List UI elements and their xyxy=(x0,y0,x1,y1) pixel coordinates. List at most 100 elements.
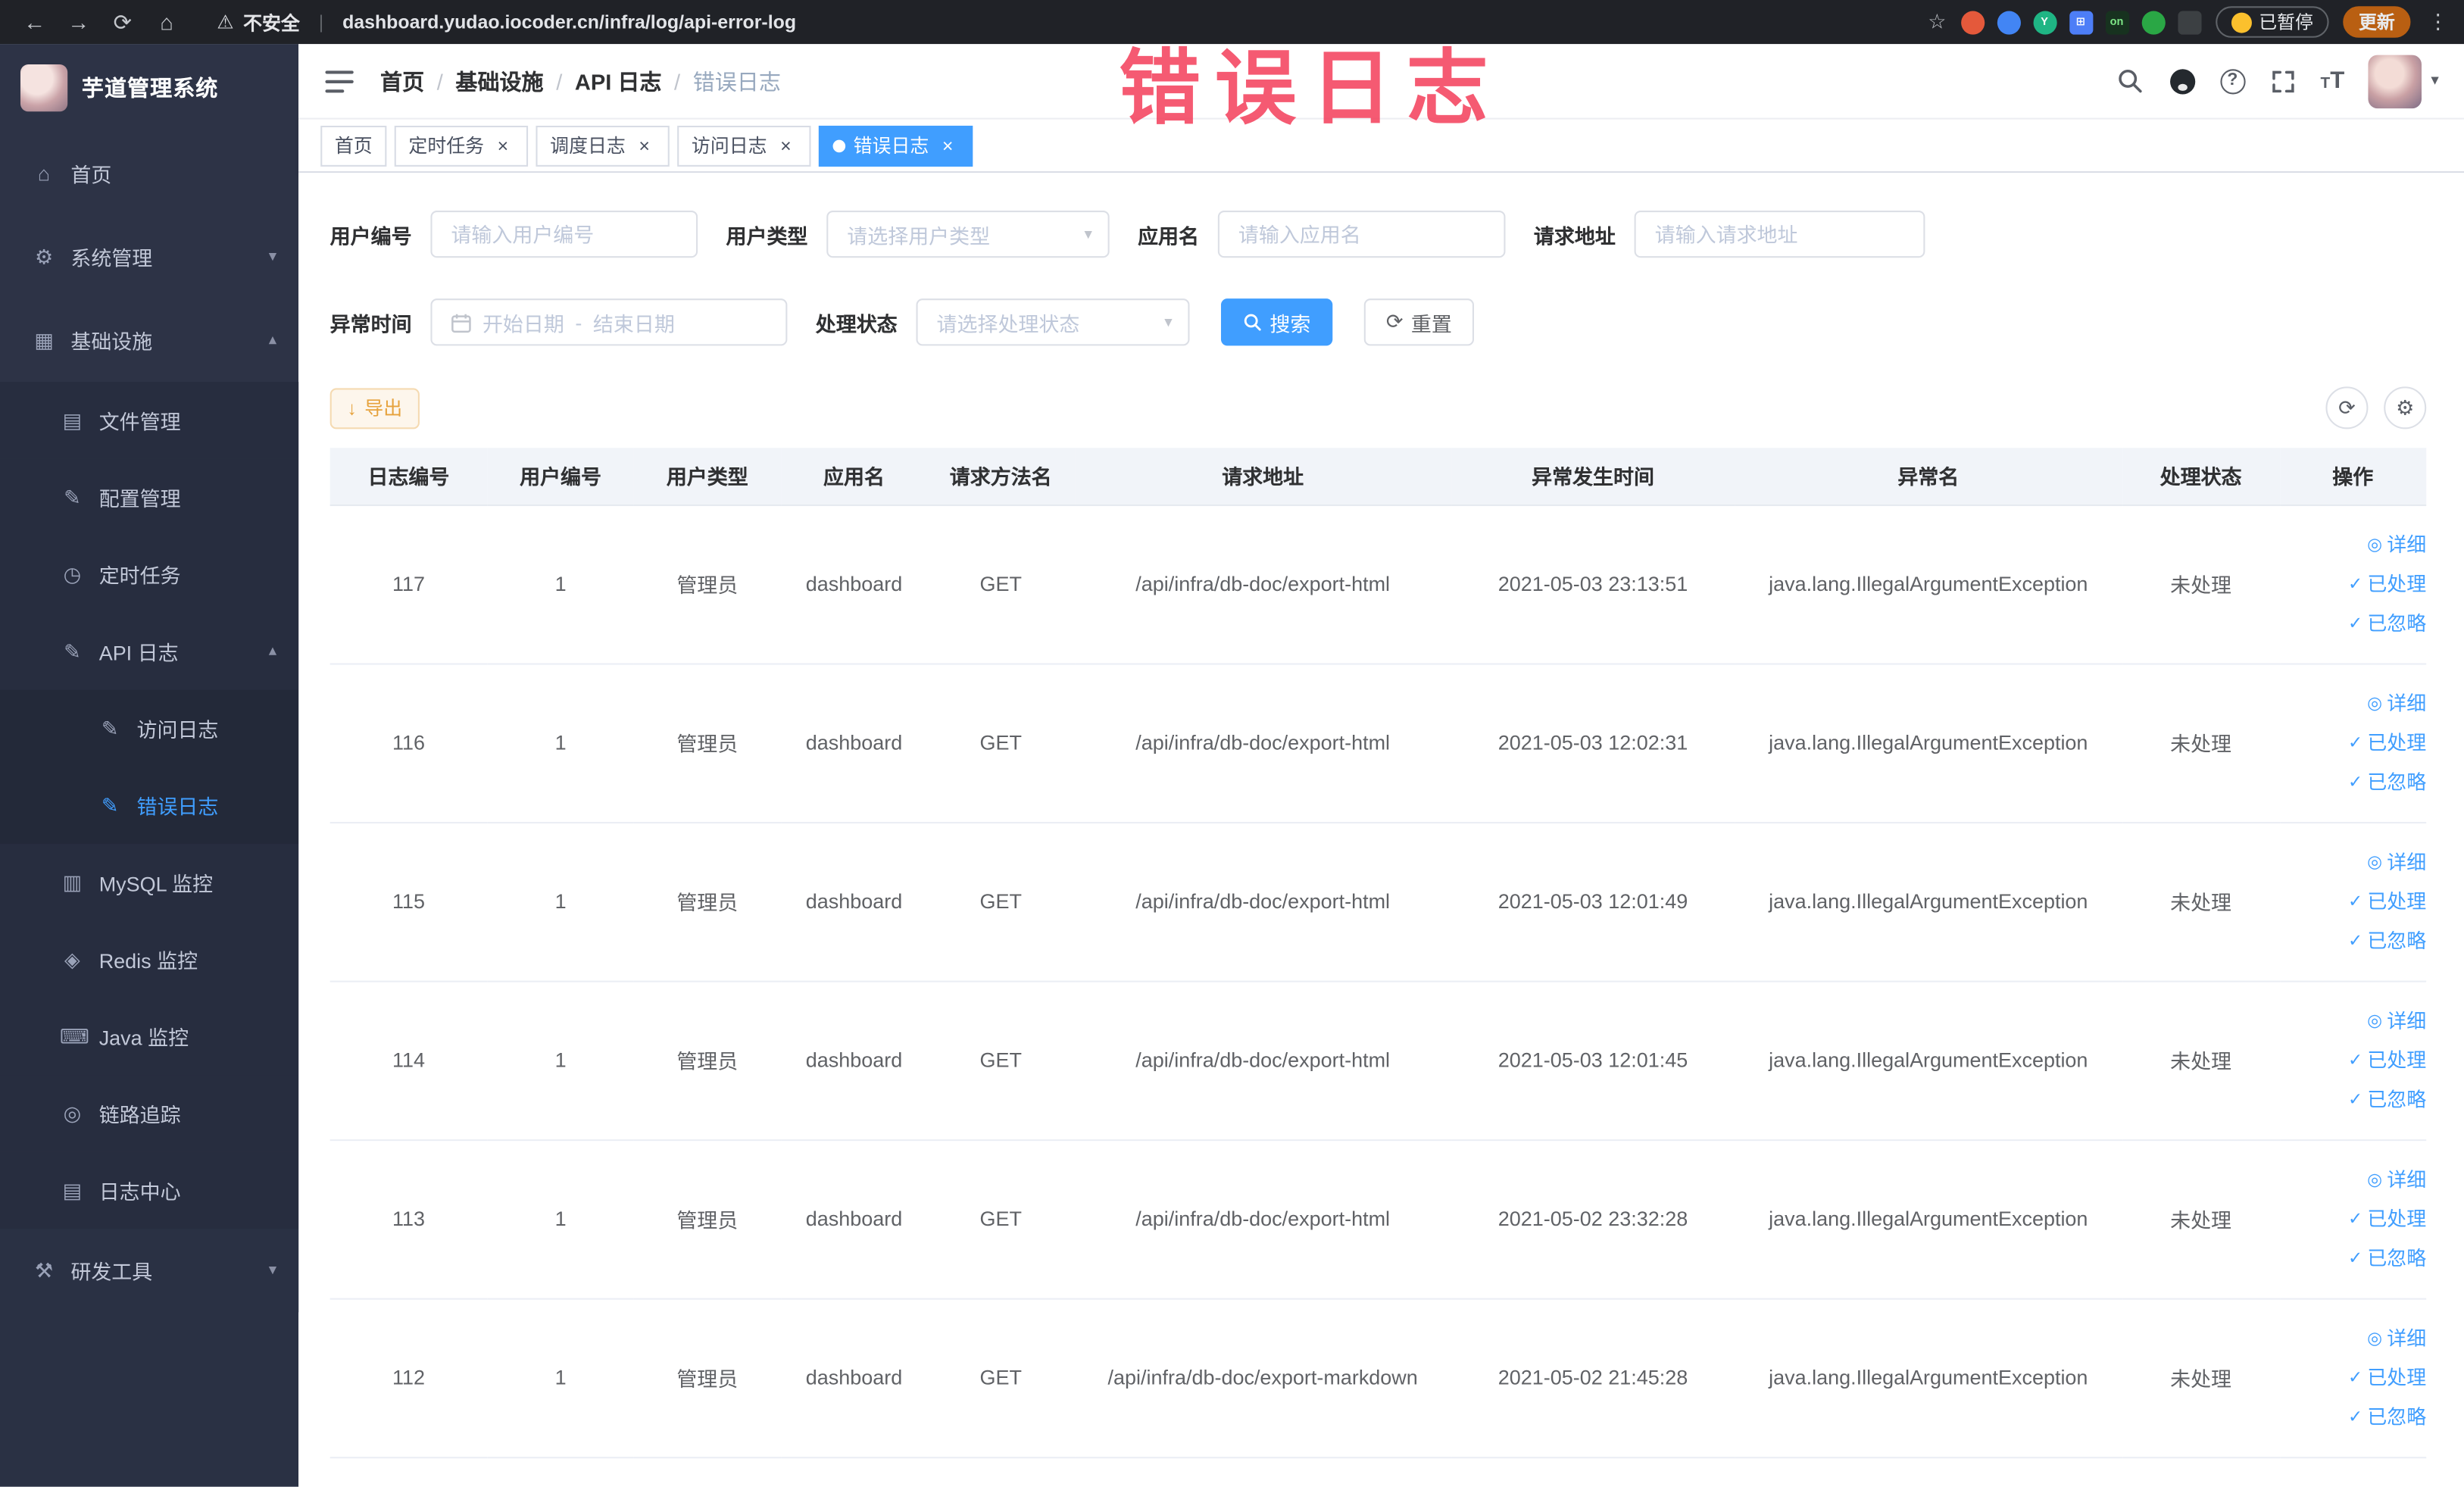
breadcrumb-item-0[interactable]: 首页 xyxy=(380,65,424,96)
tab-3[interactable]: 访问日志 × xyxy=(677,124,811,166)
tab-0[interactable]: 首页 xyxy=(320,124,387,166)
sidebar-item-5[interactable]: ◷ 定时任务 xyxy=(0,536,299,614)
user-id-input[interactable] xyxy=(430,210,698,258)
extension-icon-5[interactable]: on xyxy=(2104,10,2129,34)
request-url-input[interactable] xyxy=(1634,210,1925,258)
check-icon: ✓ xyxy=(2348,1367,2363,1387)
sidebar-item-14[interactable]: ⚒ 研发工具 ▾ xyxy=(0,1229,299,1313)
sidebar-item-2[interactable]: ▦ 基础设施 ▴ xyxy=(0,298,298,382)
cell-user_id: 1 xyxy=(487,822,634,982)
sidebar-item-6[interactable]: ✎ API 日志 ▴ xyxy=(0,613,299,690)
extension-icon-1[interactable] xyxy=(1960,10,1985,34)
browser-menu-icon[interactable]: ⋮ xyxy=(2428,9,2448,34)
close-icon[interactable]: × xyxy=(633,134,655,156)
tab-label: 错误日志 xyxy=(853,135,929,158)
app-name-input[interactable] xyxy=(1217,210,1506,258)
reload-icon[interactable]: ⟳ xyxy=(104,8,142,35)
reset-button[interactable]: ⟳ 重置 xyxy=(1363,298,1474,346)
user-type-select[interactable]: 请选择用户类型 ▾ xyxy=(826,210,1110,258)
action-processed-link[interactable]: ✓ 已处理 xyxy=(2348,1359,2426,1397)
browser-update-button[interactable]: 更新 xyxy=(2343,6,2411,38)
extension-icon-4[interactable]: ⊞ xyxy=(2069,10,2093,34)
check-icon: ✓ xyxy=(2348,614,2363,633)
sidebar-item-13[interactable]: ▤ 日志中心 xyxy=(0,1151,299,1229)
check-icon: ✓ xyxy=(2348,1089,2363,1109)
close-icon[interactable]: × xyxy=(937,134,959,156)
action-detail-link[interactable]: ◎ 详细 xyxy=(2367,843,2426,881)
action-processed-link[interactable]: ✓ 已处理 xyxy=(2348,565,2426,603)
trace-icon: ◎ xyxy=(63,1101,82,1125)
action-processed-link[interactable]: ✓ 已处理 xyxy=(2348,1200,2426,1238)
extension-icon-7[interactable] xyxy=(2177,10,2201,34)
close-icon[interactable]: × xyxy=(775,134,797,156)
forward-icon[interactable]: → xyxy=(60,9,98,34)
action-detail-link[interactable]: ◎ 详细 xyxy=(2367,1161,2426,1198)
sidebar-item-0[interactable]: ⌂ 首页 xyxy=(0,132,298,215)
sidebar-logo[interactable]: 芋道管理系统 xyxy=(0,44,298,132)
sidebar-item-1[interactable]: ⚙ 系统管理 ▾ xyxy=(0,215,298,298)
action-ignored-link[interactable]: ✓ 已忽略 xyxy=(2348,922,2426,960)
tab-4[interactable]: 错误日志 × xyxy=(819,124,973,166)
action-detail-link[interactable]: ◎ 详细 xyxy=(2367,526,2426,564)
action-ignored-link[interactable]: ✓ 已忽略 xyxy=(2348,1080,2426,1118)
site-security-chip[interactable]: ⚠ 不安全 | dashboard.yudao.iocoder.cn/infra… xyxy=(217,8,796,35)
action-processed-link[interactable]: ✓ 已处理 xyxy=(2348,723,2426,761)
close-icon[interactable]: × xyxy=(492,134,514,156)
exception-time-range[interactable]: 开始日期 - 结束日期 xyxy=(430,298,788,346)
breadcrumb-item-2[interactable]: API 日志 xyxy=(575,65,662,96)
extension-icon-2[interactable] xyxy=(1996,10,2020,34)
sidebar-item-11[interactable]: ⌨ Java 监控 xyxy=(0,998,299,1076)
refresh-table-button[interactable]: ⟳ xyxy=(2325,386,2369,430)
search-button[interactable]: 搜索 xyxy=(1221,298,1333,346)
column-settings-button[interactable]: ⚙ xyxy=(2384,386,2427,430)
table-header-row: 日志编号 用户编号 用户类型 应用名 请求方法名 请求地址 异常发生时间 异常名 处理状态 操作 xyxy=(329,448,2427,505)
user-menu[interactable]: ▾ xyxy=(2368,54,2439,108)
bookmark-star-icon[interactable]: ☆ xyxy=(1928,9,1946,34)
sidebar-item-7[interactable]: ✎ 访问日志 xyxy=(0,689,299,767)
download-icon: ↓ xyxy=(347,396,357,419)
fullscreen-icon[interactable] xyxy=(2269,67,2297,95)
home-icon[interactable]: ⌂ xyxy=(148,9,186,34)
address-bar-url[interactable]: dashboard.yudao.iocoder.cn/infra/log/api… xyxy=(342,11,796,33)
paused-extension-button[interactable]: 已暂停 xyxy=(2215,6,2329,38)
cell-exception: java.lang.IllegalArgumentException xyxy=(1734,504,2122,664)
action-processed-link[interactable]: ✓ 已处理 xyxy=(2348,1041,2426,1079)
sidebar-item-label: MySQL 监控 xyxy=(98,872,214,896)
sidebar-item-8[interactable]: ✎ 错误日志 xyxy=(0,767,299,845)
action-detail-link[interactable]: ◎ 详细 xyxy=(2367,684,2426,722)
extension-icon-3[interactable]: Y xyxy=(2032,10,2056,34)
sidebar-item-label: 基础设施 xyxy=(70,330,153,354)
process-status-select[interactable]: 请选择处理状态 ▾ xyxy=(916,298,1190,346)
sidebar-item-3[interactable]: ▤ 文件管理 xyxy=(0,382,299,459)
help-icon[interactable]: ? xyxy=(2219,68,2245,94)
cell-time: 2021-05-02 23:32:28 xyxy=(1451,1139,1735,1299)
search-icon[interactable] xyxy=(2116,67,2144,95)
back-icon[interactable]: ← xyxy=(16,9,54,34)
sidebar-item-4[interactable]: ✎ 配置管理 xyxy=(0,458,299,536)
cell-exception: java.lang.IllegalArgumentException xyxy=(1734,663,2122,823)
action-ignored-link[interactable]: ✓ 已忽略 xyxy=(2348,1398,2426,1435)
hamburger-icon[interactable] xyxy=(323,65,354,96)
cell-actions: ◎ 详细 ✓ 已处理 ✓ 已忽略 xyxy=(2279,1139,2427,1299)
github-icon[interactable] xyxy=(2168,67,2196,95)
extension-icon-6[interactable] xyxy=(2141,10,2165,34)
sidebar-item-12[interactable]: ◎ 链路追踪 xyxy=(0,1075,299,1152)
cell-url: /api/infra/db-doc/export-markdown xyxy=(1074,1298,1452,1458)
tab-label: 访问日志 xyxy=(691,135,767,158)
action-label: 已忽略 xyxy=(2367,1088,2427,1111)
action-detail-link[interactable]: ◎ 详细 xyxy=(2367,1002,2426,1040)
breadcrumb-item-1[interactable]: 基础设施 xyxy=(455,65,543,96)
action-processed-link[interactable]: ✓ 已处理 xyxy=(2348,883,2426,920)
font-size-icon[interactable]: TT xyxy=(2321,67,2345,94)
sidebar-item-9[interactable]: ▥ MySQL 监控 xyxy=(0,844,299,921)
export-button[interactable]: ↓ 导出 xyxy=(329,387,420,429)
action-detail-link[interactable]: ◎ 详细 xyxy=(2367,1320,2426,1357)
action-ignored-link[interactable]: ✓ 已忽略 xyxy=(2348,1239,2426,1277)
action-label: 已处理 xyxy=(2367,890,2427,913)
sidebar-item-10[interactable]: ◈ Redis 监控 xyxy=(0,920,299,998)
action-ignored-link[interactable]: ✓ 已忽略 xyxy=(2348,604,2426,642)
action-ignored-link[interactable]: ✓ 已忽略 xyxy=(2348,763,2426,801)
tab-1[interactable]: 定时任务 × xyxy=(394,124,529,166)
process-status-label: 处理状态 xyxy=(815,311,898,336)
tab-2[interactable]: 调度日志 × xyxy=(536,124,670,166)
